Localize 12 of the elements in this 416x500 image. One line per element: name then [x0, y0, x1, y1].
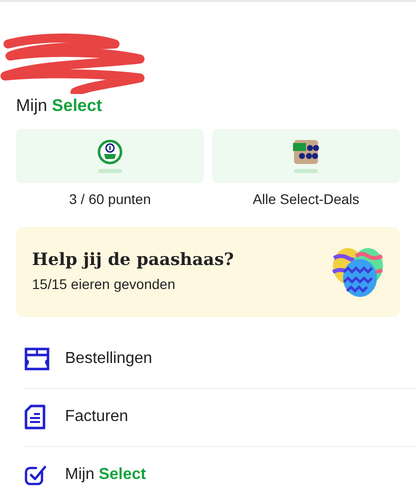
- deals-box-icon: [293, 138, 319, 164]
- badge-icon: [97, 138, 123, 164]
- promo-subtitle: 15/15 eieren gevonden: [32, 274, 176, 294]
- section-title: Mijn Select: [16, 96, 102, 115]
- menu-item[interactable]: Mijn Select: [24, 446, 416, 500]
- promo-title: Help jij de paashaas?: [32, 249, 234, 272]
- menu-item[interactable]: Bestellingen: [24, 330, 416, 388]
- box-icon: [24, 347, 50, 371]
- menu-item[interactable]: Facturen: [24, 388, 416, 446]
- checkmark-icon: [24, 463, 48, 487]
- promo-card[interactable]: Help jij de paashaas? 15/15 eieren gevonden: [16, 226, 400, 316]
- document-icon: [24, 404, 46, 430]
